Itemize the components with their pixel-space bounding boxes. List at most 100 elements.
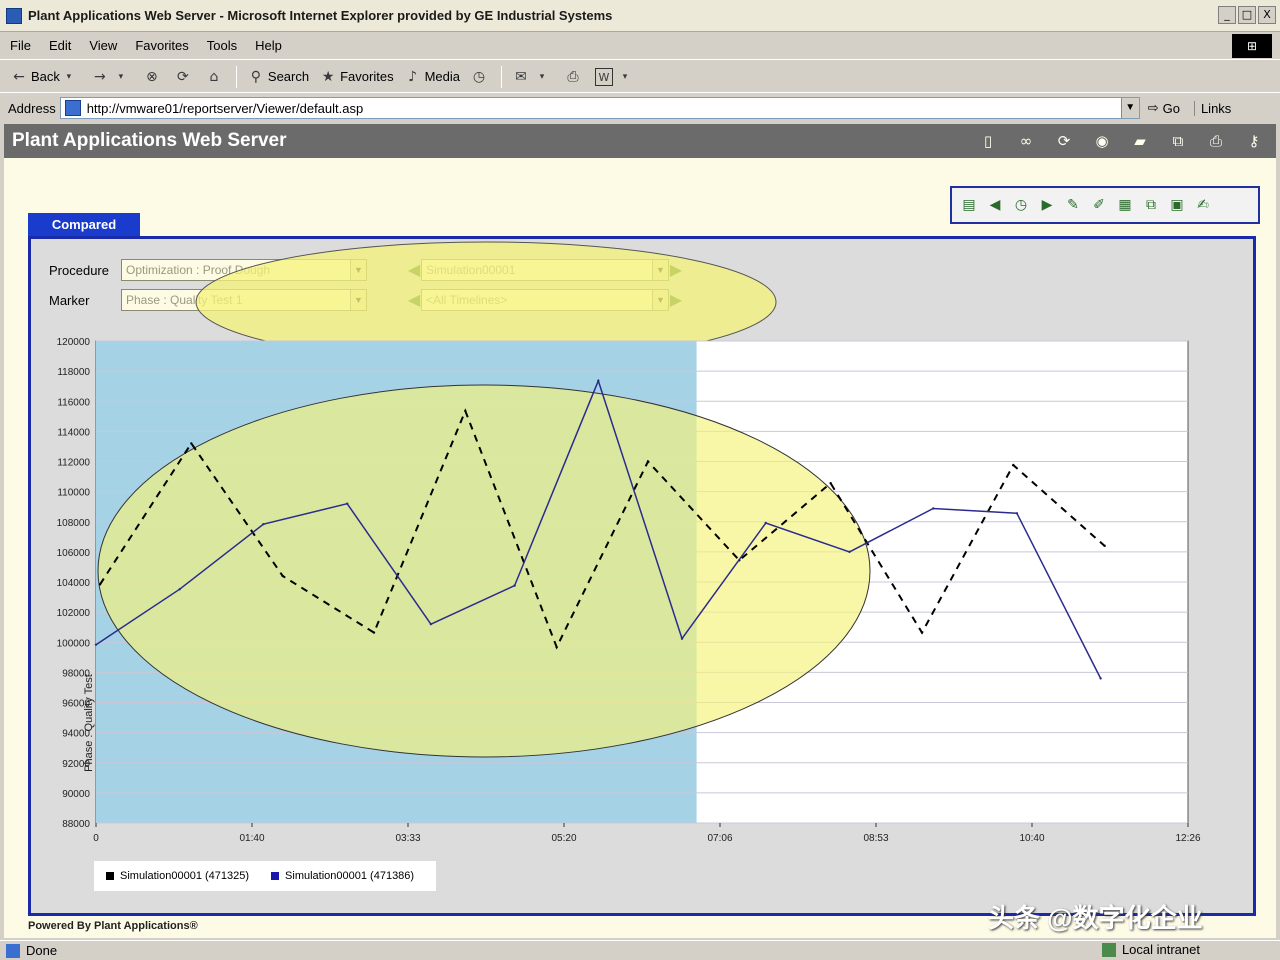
zoom-in-icon[interactable]: ✎ — [1064, 196, 1082, 214]
procedure-label: Procedure — [49, 262, 109, 278]
next-timeline-icon[interactable]: ▶ — [669, 290, 683, 310]
chevron-down-icon: ▼ — [652, 290, 668, 310]
watermark: 头条 @数字化企业 — [988, 903, 1203, 933]
legend-item: Simulation00001 (471325) — [106, 870, 249, 882]
app-toolbar: ▯ ∞ ⟳ ◉ ▰ ⧉ ⎙ ⚷ — [978, 131, 1264, 151]
legend-swatch — [106, 872, 114, 880]
address-url: http://vmware01/reportserver/Viewer/defa… — [86, 100, 364, 116]
toolbar: ← Back ▾ → ▾ ⊗ ⟳ ⌂ ⚲ Search ★ Favorites ♪ Medi… — [0, 61, 1280, 93]
home-button[interactable]: ⌂ — [205, 68, 226, 86]
maximize-button[interactable]: □ — [1238, 6, 1256, 24]
close-button[interactable]: X — [1258, 6, 1276, 24]
procedure-row: Procedure Optimization : Proof Dough ▼ ◀… — [49, 259, 683, 281]
app-header: Plant Applications Web Server ▯ ∞ ⟳ ◉ ▰ … — [4, 124, 1276, 158]
edit-button[interactable]: W ▾ — [595, 67, 637, 86]
compare-icon[interactable]: ⧉ — [1142, 196, 1160, 214]
glasses-icon[interactable]: ∞ — [1016, 131, 1036, 151]
previous-timeline-icon[interactable]: ◀ — [407, 290, 421, 310]
windows-logo-icon: ⊞ — [1232, 34, 1272, 58]
address-input[interactable]: http://vmware01/reportserver/Viewer/defa… — [59, 97, 1140, 119]
chart-legend: Simulation00001 (471325) Simulation00001… — [94, 861, 436, 891]
next-simulation-icon[interactable]: ▶ — [669, 260, 683, 280]
search-icon: ⚲ — [250, 68, 262, 85]
procedure-select[interactable]: Optimization : Proof Dough ▼ — [121, 259, 367, 281]
export-icon[interactable]: ▤ — [960, 196, 978, 214]
chevron-down-icon: ▾ — [118, 71, 124, 82]
go-label: Go — [1162, 100, 1180, 116]
search-label: Search — [267, 69, 310, 84]
links-button[interactable]: Links — [1193, 100, 1231, 116]
address-label: Address — [8, 100, 56, 116]
previous-simulation-icon[interactable]: ◀ — [407, 260, 421, 280]
print-icon[interactable]: ⎙ — [1206, 131, 1226, 151]
chart-toolbar: ▤ ◀ ◷ ▶ ✎ ✐ ▦ ⧉ ▣ ✍ — [950, 186, 1260, 224]
search-button[interactable]: ⚲ Search — [247, 68, 309, 86]
status-bar: Done Local intranet — [0, 940, 1280, 960]
chevron-down-icon: ▾ — [66, 71, 72, 82]
globe-icon[interactable]: ◉ — [1092, 131, 1112, 151]
marker-select[interactable]: Phase : Quality Test 1 ▼ — [121, 289, 367, 311]
chevron-down-icon: ▼ — [350, 260, 366, 280]
properties-icon[interactable]: ▣ — [1168, 196, 1186, 214]
timeline-select[interactable]: <All Timelines> ▼ — [421, 289, 669, 311]
menu-help[interactable]: Help — [255, 38, 282, 53]
minimize-button[interactable]: _ — [1218, 6, 1236, 24]
report-content: ▤ ◀ ◷ ▶ ✎ ✐ ▦ ⧉ ▣ ✍ Compared Procedure O… — [4, 158, 1276, 938]
forward-button[interactable]: → ▾ — [91, 68, 133, 86]
back-icon[interactable]: ◀ — [986, 196, 1004, 214]
menu-file[interactable]: File — [10, 38, 31, 53]
favorites-label: Favorites — [340, 69, 394, 84]
clock-icon[interactable]: ◷ — [1012, 196, 1030, 214]
menu-view[interactable]: View — [89, 38, 117, 53]
page-done-icon — [6, 943, 20, 958]
refresh-icon[interactable]: ⟳ — [1054, 131, 1074, 151]
window-title: Plant Applications Web Server - Microsof… — [28, 8, 613, 23]
media-label: Media — [424, 69, 460, 84]
forward-icon[interactable]: ▶ — [1038, 196, 1056, 214]
title-bar: Plant Applications Web Server - Microsof… — [0, 0, 1280, 32]
favorites-button[interactable]: ★ Favorites — [319, 68, 394, 86]
legend-label: Simulation00001 (471386) — [285, 870, 415, 882]
media-button[interactable]: ♪ Media — [404, 68, 460, 86]
go-button[interactable]: ⇨ Go — [1148, 101, 1180, 116]
chevron-down-icon: ▾ — [622, 71, 628, 82]
history-button[interactable]: ◷ — [470, 68, 491, 86]
folder-icon[interactable]: ▰ — [1130, 131, 1150, 151]
marker-value: Phase : Quality Test 1 — [126, 293, 243, 307]
chart-options-icon[interactable]: ▦ — [1116, 196, 1134, 214]
key-icon[interactable]: ⚷ — [1244, 131, 1264, 151]
legend-label: Simulation00001 (471325) — [120, 870, 250, 882]
menu-favorites[interactable]: Favorites — [135, 38, 188, 53]
menu-tools[interactable]: Tools — [207, 38, 237, 53]
powered-by: Powered By Plant Applications® — [28, 920, 198, 932]
new-document-icon[interactable]: ▯ — [978, 131, 998, 151]
zone-indicator: Local intranet — [1101, 942, 1200, 957]
stop-icon: ⊗ — [146, 68, 158, 85]
stop-button[interactable]: ⊗ — [143, 68, 164, 86]
intranet-icon — [1101, 942, 1116, 957]
back-button[interactable]: ← Back ▾ — [10, 68, 81, 86]
menu-edit[interactable]: Edit — [49, 38, 71, 53]
legend-item: Simulation00001 (471386) — [271, 870, 414, 882]
toolbar-separator — [501, 65, 502, 88]
mail-button[interactable]: ✉ ▾ — [512, 68, 554, 86]
refresh-icon: ⟳ — [177, 68, 189, 85]
back-label: Back — [31, 69, 60, 84]
copy-icon[interactable]: ⧉ — [1168, 131, 1188, 151]
chevron-down-icon: ▾ — [539, 71, 545, 82]
chevron-down-icon: ▼ — [652, 260, 668, 280]
zoom-out-icon[interactable]: ✐ — [1090, 196, 1108, 214]
address-dropdown-icon[interactable]: ▼ — [1120, 98, 1139, 118]
refresh-button[interactable]: ⟳ — [174, 68, 195, 86]
compare-panel: Procedure Optimization : Proof Dough ▼ ◀… — [28, 236, 1256, 916]
simulation-value: Simulation00001 — [426, 263, 516, 277]
word-icon: W — [595, 67, 613, 86]
edit-icon[interactable]: ✍ — [1194, 196, 1212, 214]
browser-window: Plant Applications Web Server - Microsof… — [0, 0, 1280, 960]
favorites-icon: ★ — [321, 68, 335, 85]
forward-arrow-icon: → — [94, 68, 106, 85]
go-arrow-icon: ⇨ — [1147, 100, 1159, 116]
print-button[interactable]: ⎙ — [564, 68, 585, 86]
simulation-select[interactable]: Simulation00001 ▼ — [421, 259, 669, 281]
tab-compared[interactable]: Compared — [28, 213, 140, 237]
